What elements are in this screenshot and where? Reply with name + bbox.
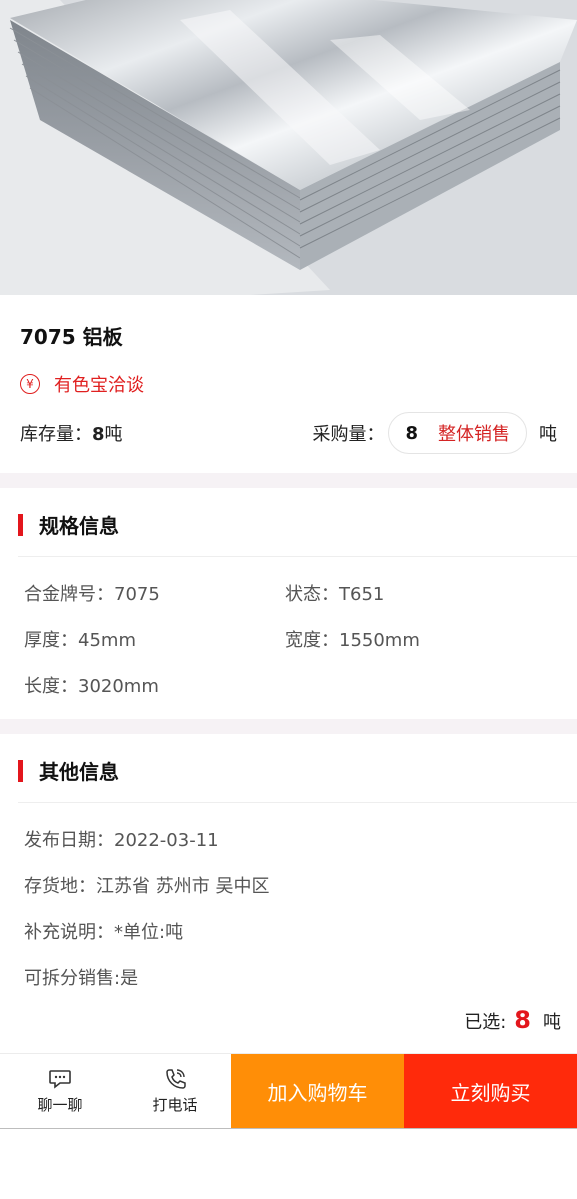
bottom-action-bar: 聊一聊 打电话 加入购物车 立刻购买 xyxy=(0,1053,577,1129)
publish-date: 发布日期：2022-03-11 xyxy=(24,830,219,851)
chat-button[interactable]: 聊一聊 xyxy=(0,1054,120,1129)
spec-thickness: 厚度：45mm xyxy=(24,630,136,651)
whole-sale-button[interactable]: 整体销售 xyxy=(438,420,510,446)
negotiate-link[interactable]: ¥ 有色宝洽谈 xyxy=(20,371,144,397)
chat-label: 聊一聊 xyxy=(37,1096,83,1114)
heading-accent-bar xyxy=(18,759,23,782)
selected-unit: 吨 xyxy=(543,1012,561,1033)
yen-icon: ¥ xyxy=(20,374,40,394)
stock-location: 存货地：江苏省 苏州市 吴中区 xyxy=(24,876,270,897)
selected-quantity: 已选: 8 吨 xyxy=(464,1006,561,1034)
purchase-unit: 吨 xyxy=(539,424,557,445)
spec-width: 宽度：1550mm xyxy=(285,630,420,651)
spec-heading: 规格信息 xyxy=(18,510,119,539)
negotiate-label: 有色宝洽谈 xyxy=(54,375,144,396)
chat-icon xyxy=(49,1070,71,1089)
product-title: 7075 铝板 xyxy=(20,325,123,349)
spec-heading-text: 规格信息 xyxy=(39,514,119,538)
phone-button[interactable]: 打电话 xyxy=(115,1054,235,1129)
supplementary-note: 补充说明：*单位:吨 xyxy=(24,922,184,943)
splittable-sale: 可拆分销售:是 xyxy=(24,968,139,989)
other-heading-text: 其他信息 xyxy=(39,760,119,784)
heading-accent-bar xyxy=(18,513,23,536)
stock-label: 库存量： xyxy=(20,424,92,445)
purchase-quantity: 采购量： 8 整体销售 吨 xyxy=(312,412,557,454)
quantity-selector[interactable]: 8 整体销售 xyxy=(388,412,527,454)
purchase-label: 采购量： xyxy=(312,424,385,445)
buy-now-button[interactable]: 立刻购买 xyxy=(404,1054,577,1129)
divider xyxy=(18,802,577,803)
spec-length: 长度：3020mm xyxy=(24,676,159,697)
spec-alloy: 合金牌号：7075 xyxy=(24,584,160,605)
purchase-qty: 8 xyxy=(405,422,418,444)
divider xyxy=(18,556,577,557)
phone-icon xyxy=(166,1069,186,1089)
phone-label: 打电话 xyxy=(152,1096,198,1114)
other-heading: 其他信息 xyxy=(18,756,119,785)
bottom-border xyxy=(0,1128,577,1129)
aluminum-sheet-stack-image xyxy=(0,0,577,295)
stock-unit: 吨 xyxy=(104,424,123,445)
product-image[interactable] xyxy=(0,0,577,295)
product-info: 7075 铝板 ¥ 有色宝洽谈 库存量：8吨 采购量： 8 整体销售 吨 xyxy=(0,295,577,473)
selected-value: 8 xyxy=(514,1006,531,1034)
stock-info: 库存量：8吨 xyxy=(20,420,123,446)
spec-temper: 状态：T651 xyxy=(285,584,385,605)
section-divider xyxy=(0,719,577,734)
section-divider xyxy=(0,473,577,488)
selected-label: 已选: xyxy=(464,1012,507,1033)
add-to-cart-button[interactable]: 加入购物车 xyxy=(231,1054,404,1129)
stock-value: 8 xyxy=(92,424,105,445)
spec-section: 规格信息 合金牌号：7075 状态：T651 厚度：45mm 宽度：1550mm… xyxy=(0,488,577,719)
